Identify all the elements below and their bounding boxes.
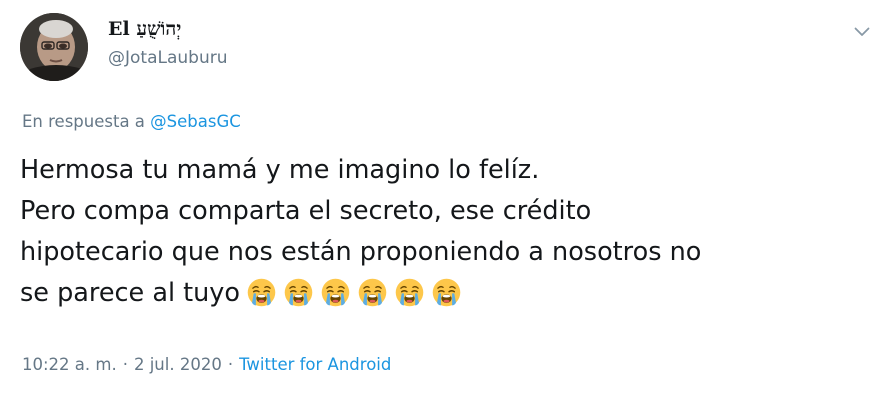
- tweet-line: Pero compa comparta el secreto, ese créd…: [20, 196, 592, 226]
- tweet-time[interactable]: 10:22 a. m.: [22, 355, 117, 374]
- loudly-crying-face-icon: [320, 277, 351, 308]
- loudly-crying-face-icon: [394, 277, 425, 308]
- meta-separator: ·: [122, 355, 128, 374]
- tweet-line: se parece al tuyo: [20, 278, 240, 308]
- author-handle[interactable]: @JotaLauburu: [108, 48, 228, 68]
- avatar[interactable]: [20, 13, 88, 81]
- tweet-line: Hermosa tu mamá y me imagino lo felíz.: [20, 155, 540, 185]
- reply-prefix: En respuesta a: [22, 112, 145, 131]
- loudly-crying-face-icon: [283, 277, 314, 308]
- tweet-meta: 10:22 a. m. · 2 jul. 2020 · Twitter for Andr…: [22, 355, 391, 374]
- tweet-text: Hermosa tu mamá y me imagino lo felíz. P…: [20, 150, 870, 314]
- emoji-row: [246, 277, 462, 308]
- tweet-card: El יְהוֹשֻׁעַ @JotaLauburu En respuesta …: [0, 0, 888, 400]
- reply-context: En respuesta a @SebasGC: [22, 112, 241, 131]
- tweet-last-line: se parece al tuyo: [20, 273, 870, 314]
- meta-separator: ·: [227, 355, 234, 374]
- reply-mention-link[interactable]: @SebasGC: [150, 112, 241, 131]
- more-options-button[interactable]: [848, 18, 876, 46]
- tweet-line: hipotecario que nos están proponiendo a …: [20, 237, 702, 267]
- tweet-source-link[interactable]: Twitter for Android: [239, 355, 391, 374]
- chevron-down-icon: [854, 27, 870, 36]
- tweet-date[interactable]: 2 jul. 2020: [134, 355, 222, 374]
- loudly-crying-face-icon: [431, 277, 462, 308]
- avatar-photo: [20, 13, 88, 81]
- author-name-link[interactable]: El יְהוֹשֻׁעַ: [108, 16, 181, 42]
- loudly-crying-face-icon: [357, 277, 388, 308]
- loudly-crying-face-icon: [246, 277, 277, 308]
- display-name: El יְהוֹשֻׁעַ: [108, 17, 182, 40]
